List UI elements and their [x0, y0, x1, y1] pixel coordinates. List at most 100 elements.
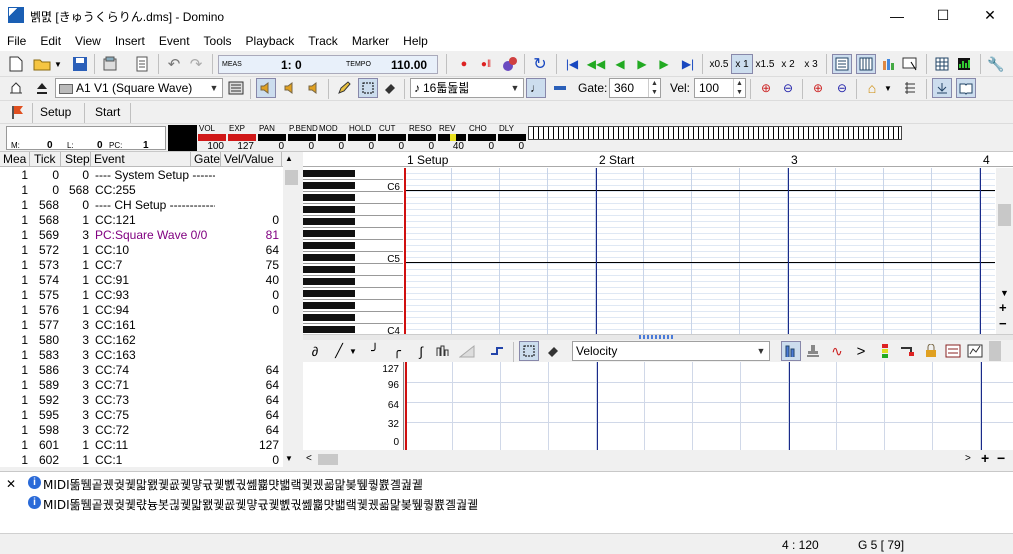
speed-3-button[interactable]: x 3 — [800, 54, 822, 74]
table-row[interactable]: 1 576 1 CC:94 0 — [0, 303, 282, 318]
bar-view-icon[interactable] — [878, 54, 898, 74]
col-tick[interactable]: Tick — [31, 152, 61, 167]
speaker-mute-icon[interactable] — [304, 78, 324, 98]
rewind-icon[interactable]: ◀◀ — [586, 54, 606, 74]
minimize-button[interactable]: — — [874, 0, 920, 31]
table-row[interactable]: 1 589 3 CC:71 64 — [0, 378, 282, 393]
log-close-icon[interactable]: ✕ — [6, 477, 16, 491]
freehand-icon[interactable] — [433, 341, 453, 361]
go-start-icon[interactable]: |◀ — [562, 54, 582, 74]
step-back-icon[interactable]: ◀ — [610, 54, 630, 74]
measure-2[interactable]: 2 Start — [599, 153, 634, 167]
scroll-up-icon[interactable]: ▲ — [285, 154, 293, 163]
measure-1[interactable]: 1 Setup — [407, 153, 448, 167]
snap-icon[interactable]: ⌂ — [862, 78, 882, 98]
mixer-tools-icon[interactable] — [500, 54, 520, 74]
menu-playback[interactable]: Playback — [239, 31, 302, 51]
graph-window-icon[interactable] — [965, 341, 985, 361]
gate-spin-icon[interactable]: ▲ ▼ — [648, 79, 660, 97]
level-meter-icon[interactable] — [875, 341, 895, 361]
piano-roll-scrollbar[interactable]: ▼ + − — [996, 168, 1013, 334]
h-zoom-plus-icon[interactable]: + — [981, 450, 989, 466]
piano-roll-view-icon[interactable] — [856, 54, 876, 74]
meter-icon[interactable] — [954, 54, 974, 74]
table-row[interactable]: 1 573 1 CC:7 75 — [0, 258, 282, 273]
scroll-thumb[interactable] — [285, 170, 298, 185]
ramp-icon[interactable] — [457, 341, 477, 361]
track-list-icon[interactable] — [226, 78, 246, 98]
controller-select[interactable]: Velocity ▼ — [572, 341, 770, 361]
maximize-button[interactable]: ☐ — [920, 0, 966, 31]
table-row[interactable]: 1 577 3 CC:161 — [0, 318, 282, 333]
event-list-scrollbar[interactable]: ▲ ▼ — [283, 152, 300, 467]
h-zoom-minus-icon[interactable]: − — [997, 450, 1005, 466]
table-row[interactable]: 1 598 3 CC:72 64 — [0, 423, 282, 438]
table-row[interactable]: 1 568 1 CC:121 0 — [0, 213, 282, 228]
window-cursor-icon[interactable] — [900, 54, 920, 74]
insert-event-icon[interactable] — [487, 341, 507, 361]
record-pause-icon[interactable]: ●‖ — [476, 54, 496, 74]
zoom-minus-icon[interactable]: − — [999, 316, 1007, 331]
velocity-spin-icon[interactable]: ▲ ▼ — [733, 79, 745, 97]
track-eject-icon[interactable] — [32, 78, 52, 98]
table-row[interactable]: 1 0 0 ---- System Setup ------------- — [0, 168, 282, 183]
pencil-icon[interactable] — [334, 78, 354, 98]
list-view-icon[interactable] — [832, 54, 852, 74]
piano-keyboard[interactable]: C6 C5 C4 — [303, 168, 403, 334]
marker-start[interactable]: Start — [95, 105, 120, 119]
marker-flag-icon[interactable] — [8, 102, 28, 122]
new-file-icon[interactable] — [6, 54, 26, 74]
line-dropdown-icon[interactable]: ▼ — [347, 341, 359, 361]
vel-eraser-icon[interactable] — [543, 341, 563, 361]
stamp-icon[interactable] — [803, 341, 823, 361]
table-row[interactable]: 1 569 3 PC:Square Wave 0/0 81 — [0, 228, 282, 243]
wave-icon[interactable]: ∿ — [827, 341, 847, 361]
loop-icon[interactable]: ↻ — [530, 54, 550, 74]
go-end-icon[interactable]: ▶| — [678, 54, 698, 74]
table-row[interactable]: 1 568 0 ---- CH Setup ------------------ — [0, 198, 282, 213]
track-select[interactable]: A1 V1 (Square Wave) ▼ — [55, 78, 223, 98]
table-row[interactable]: 1 595 3 CC:75 64 — [0, 408, 282, 423]
zoom-out-vertical-icon[interactable]: ⊖ — [832, 78, 852, 98]
zoom-in-icon[interactable]: ⊕ — [756, 78, 776, 98]
table-icon[interactable] — [932, 54, 952, 74]
save-icon[interactable] — [70, 54, 90, 74]
table-row[interactable]: 1 586 3 CC:74 64 — [0, 363, 282, 378]
record-icon[interactable]: ● — [454, 54, 474, 74]
piano-scroll-thumb[interactable] — [998, 204, 1011, 226]
open-folder-icon[interactable] — [32, 54, 52, 74]
table-row[interactable]: 1 580 3 CC:162 — [0, 333, 282, 348]
measure-3[interactable]: 3 — [791, 153, 798, 167]
table-row[interactable]: 1 575 1 CC:93 0 — [0, 288, 282, 303]
menu-track[interactable]: Track — [301, 31, 345, 51]
speaker-on-icon[interactable] — [256, 78, 276, 98]
menu-tools[interactable]: Tools — [197, 31, 239, 51]
follow-playback-icon[interactable] — [932, 78, 952, 98]
curve-1-icon[interactable]: ╯ — [365, 341, 385, 361]
eraser-icon[interactable] — [380, 78, 400, 98]
menu-insert[interactable]: Insert — [108, 31, 152, 51]
note-length-select[interactable]: ♪ 16톫돒븳 ▼ — [410, 78, 524, 98]
play-icon[interactable]: ▶ — [632, 54, 652, 74]
close-button[interactable]: ✕ — [967, 0, 1013, 31]
menu-marker[interactable]: Marker — [345, 31, 396, 51]
menu-view[interactable]: View — [68, 31, 108, 51]
scroll-left-icon[interactable]: < — [306, 453, 312, 464]
col-value[interactable]: Vel/Value — [221, 152, 282, 167]
guide-lines-icon[interactable] — [900, 78, 920, 98]
menu-file[interactable]: File — [0, 31, 33, 51]
note-mode-icon[interactable]: ♩ — [526, 78, 546, 98]
speed-2-button[interactable]: x 2 — [777, 54, 799, 74]
menu-edit[interactable]: Edit — [33, 31, 68, 51]
scroll-down-small-icon[interactable]: ▼ — [1000, 288, 1009, 298]
speed-0-5-button[interactable]: x0.5 — [708, 54, 730, 74]
redo-icon[interactable]: ↷ — [186, 54, 206, 74]
table-row[interactable]: 1 602 1 CC:1 0 — [0, 453, 282, 468]
zoom-plus-icon[interactable]: + — [999, 300, 1007, 315]
piano-roll[interactable]: 1 Setup 2 Start 3 4 C6 C5 C4 ▼ + − — [303, 152, 1013, 334]
curve-s-icon[interactable]: ∫ — [411, 341, 431, 361]
lock-icon[interactable] — [921, 341, 941, 361]
zoom-in-vertical-icon[interactable]: ⊕ — [808, 78, 828, 98]
col-mea[interactable]: Mea — [0, 152, 30, 167]
table-row[interactable]: 1 601 1 CC:11 127 — [0, 438, 282, 453]
